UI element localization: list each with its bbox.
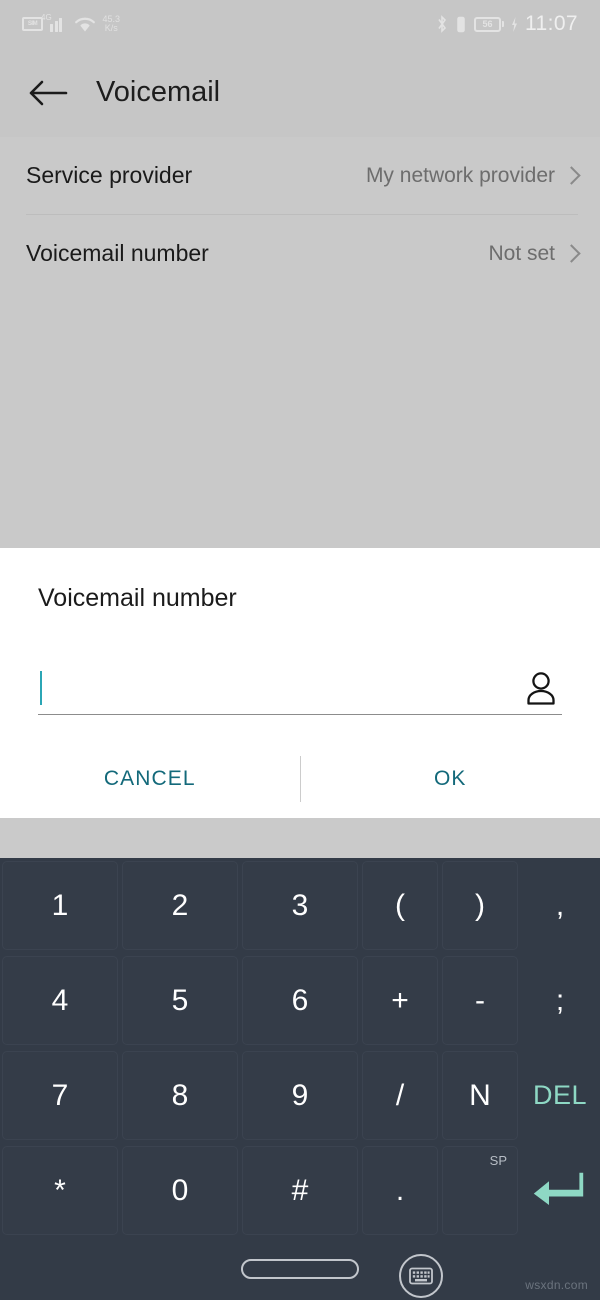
key-9[interactable]: 9	[242, 1051, 358, 1140]
battery-icon: 56	[474, 16, 504, 32]
key-plus[interactable]: +	[362, 956, 438, 1045]
watermark: wsxdn.com	[525, 1278, 588, 1292]
key-enter[interactable]	[522, 1146, 598, 1235]
key-1[interactable]: 1	[2, 861, 118, 950]
keyboard-row: 4 5 6 + - ;	[0, 953, 600, 1048]
list-item-value: My network provider	[365, 163, 555, 187]
status-bar-right: 56 11:07	[436, 12, 578, 36]
status-bar-clock: 11:07	[525, 12, 578, 35]
key-space-label: SP	[489, 1153, 507, 1168]
app-bar: Voicemail	[0, 48, 600, 137]
battery-charging-icon	[511, 16, 518, 32]
key-comma[interactable]: ,	[522, 861, 598, 950]
keyboard-gap-strip	[0, 818, 600, 858]
list-item-label: Voicemail number	[26, 240, 209, 266]
vibrate-icon	[455, 16, 467, 33]
sim-card-icon: SIM	[22, 17, 43, 31]
key-6[interactable]: 6	[242, 956, 358, 1045]
list-item-label: Service provider	[26, 162, 193, 188]
battery-percent-label: 56	[482, 19, 493, 29]
dialog-actions: CANCEL OK	[0, 740, 600, 818]
enter-arrow-icon	[533, 1172, 584, 1205]
page-title: Voicemail	[96, 76, 221, 108]
status-bar-left: SIM 4G 45.3 K/s	[22, 13, 121, 33]
key-period[interactable]: .	[362, 1146, 438, 1235]
list-item-voicemail-number[interactable]: Voicemail number Not set	[0, 215, 600, 292]
list-item-value: Not set	[488, 241, 555, 265]
key-8[interactable]: 8	[122, 1051, 238, 1140]
key-close-paren[interactable]: )	[442, 861, 518, 950]
network-type-label: 4G	[41, 12, 52, 22]
key-hash[interactable]: #	[242, 1146, 358, 1235]
list-item-service-provider[interactable]: Service provider My network provider	[0, 137, 600, 214]
dialog-title: Voicemail number	[38, 584, 237, 612]
text-caret	[40, 670, 42, 705]
person-icon[interactable]	[524, 670, 558, 706]
navigation-bar: wsxdn.com	[0, 1238, 600, 1300]
voicemail-number-input-wrapper[interactable]	[38, 661, 562, 715]
key-0[interactable]: 0	[122, 1146, 238, 1235]
bluetooth-icon	[436, 15, 448, 33]
key-minus[interactable]: -	[442, 956, 518, 1045]
home-pill-icon[interactable]	[241, 1259, 359, 1279]
chevron-right-icon	[562, 244, 581, 263]
key-asterisk[interactable]: *	[2, 1146, 118, 1235]
key-3[interactable]: 3	[242, 861, 358, 950]
back-arrow-icon[interactable]	[26, 71, 70, 115]
chevron-right-icon	[562, 166, 581, 185]
ok-button[interactable]: OK	[301, 767, 600, 791]
phone-screen: SIM 4G 45.3 K/s 56 11:07 Voicemail Servi…	[0, 0, 600, 1300]
numeric-keyboard: 1 2 3 ( ) , 4 5 6 + - ; 7 8 9 / N DEL * …	[0, 858, 600, 1238]
key-7[interactable]: 7	[2, 1051, 118, 1140]
wifi-icon	[74, 16, 96, 33]
hide-keyboard-icon[interactable]	[399, 1254, 443, 1298]
network-speed-indicator: 45.3 K/s	[102, 14, 121, 33]
cancel-button[interactable]: CANCEL	[0, 767, 300, 791]
key-5[interactable]: 5	[122, 956, 238, 1045]
keyboard-row: 1 2 3 ( ) ,	[0, 858, 600, 953]
keyboard-row: * 0 # . SP	[0, 1143, 600, 1238]
key-4[interactable]: 4	[2, 956, 118, 1045]
key-open-paren[interactable]: (	[362, 861, 438, 950]
key-semicolon[interactable]: ;	[522, 956, 598, 1045]
signal-bars-icon: 4G	[41, 13, 67, 32]
key-space[interactable]: SP	[442, 1146, 518, 1235]
keyboard-row: 7 8 9 / N DEL	[0, 1048, 600, 1143]
status-bar: SIM 4G 45.3 K/s 56 11:07	[0, 0, 600, 48]
key-delete[interactable]: DEL	[522, 1051, 598, 1140]
settings-list: Service provider My network provider Voi…	[0, 137, 600, 292]
key-n[interactable]: N	[442, 1051, 518, 1140]
key-2[interactable]: 2	[122, 861, 238, 950]
voicemail-number-dialog: Voicemail number CANCEL OK	[0, 548, 600, 818]
key-slash[interactable]: /	[362, 1051, 438, 1140]
